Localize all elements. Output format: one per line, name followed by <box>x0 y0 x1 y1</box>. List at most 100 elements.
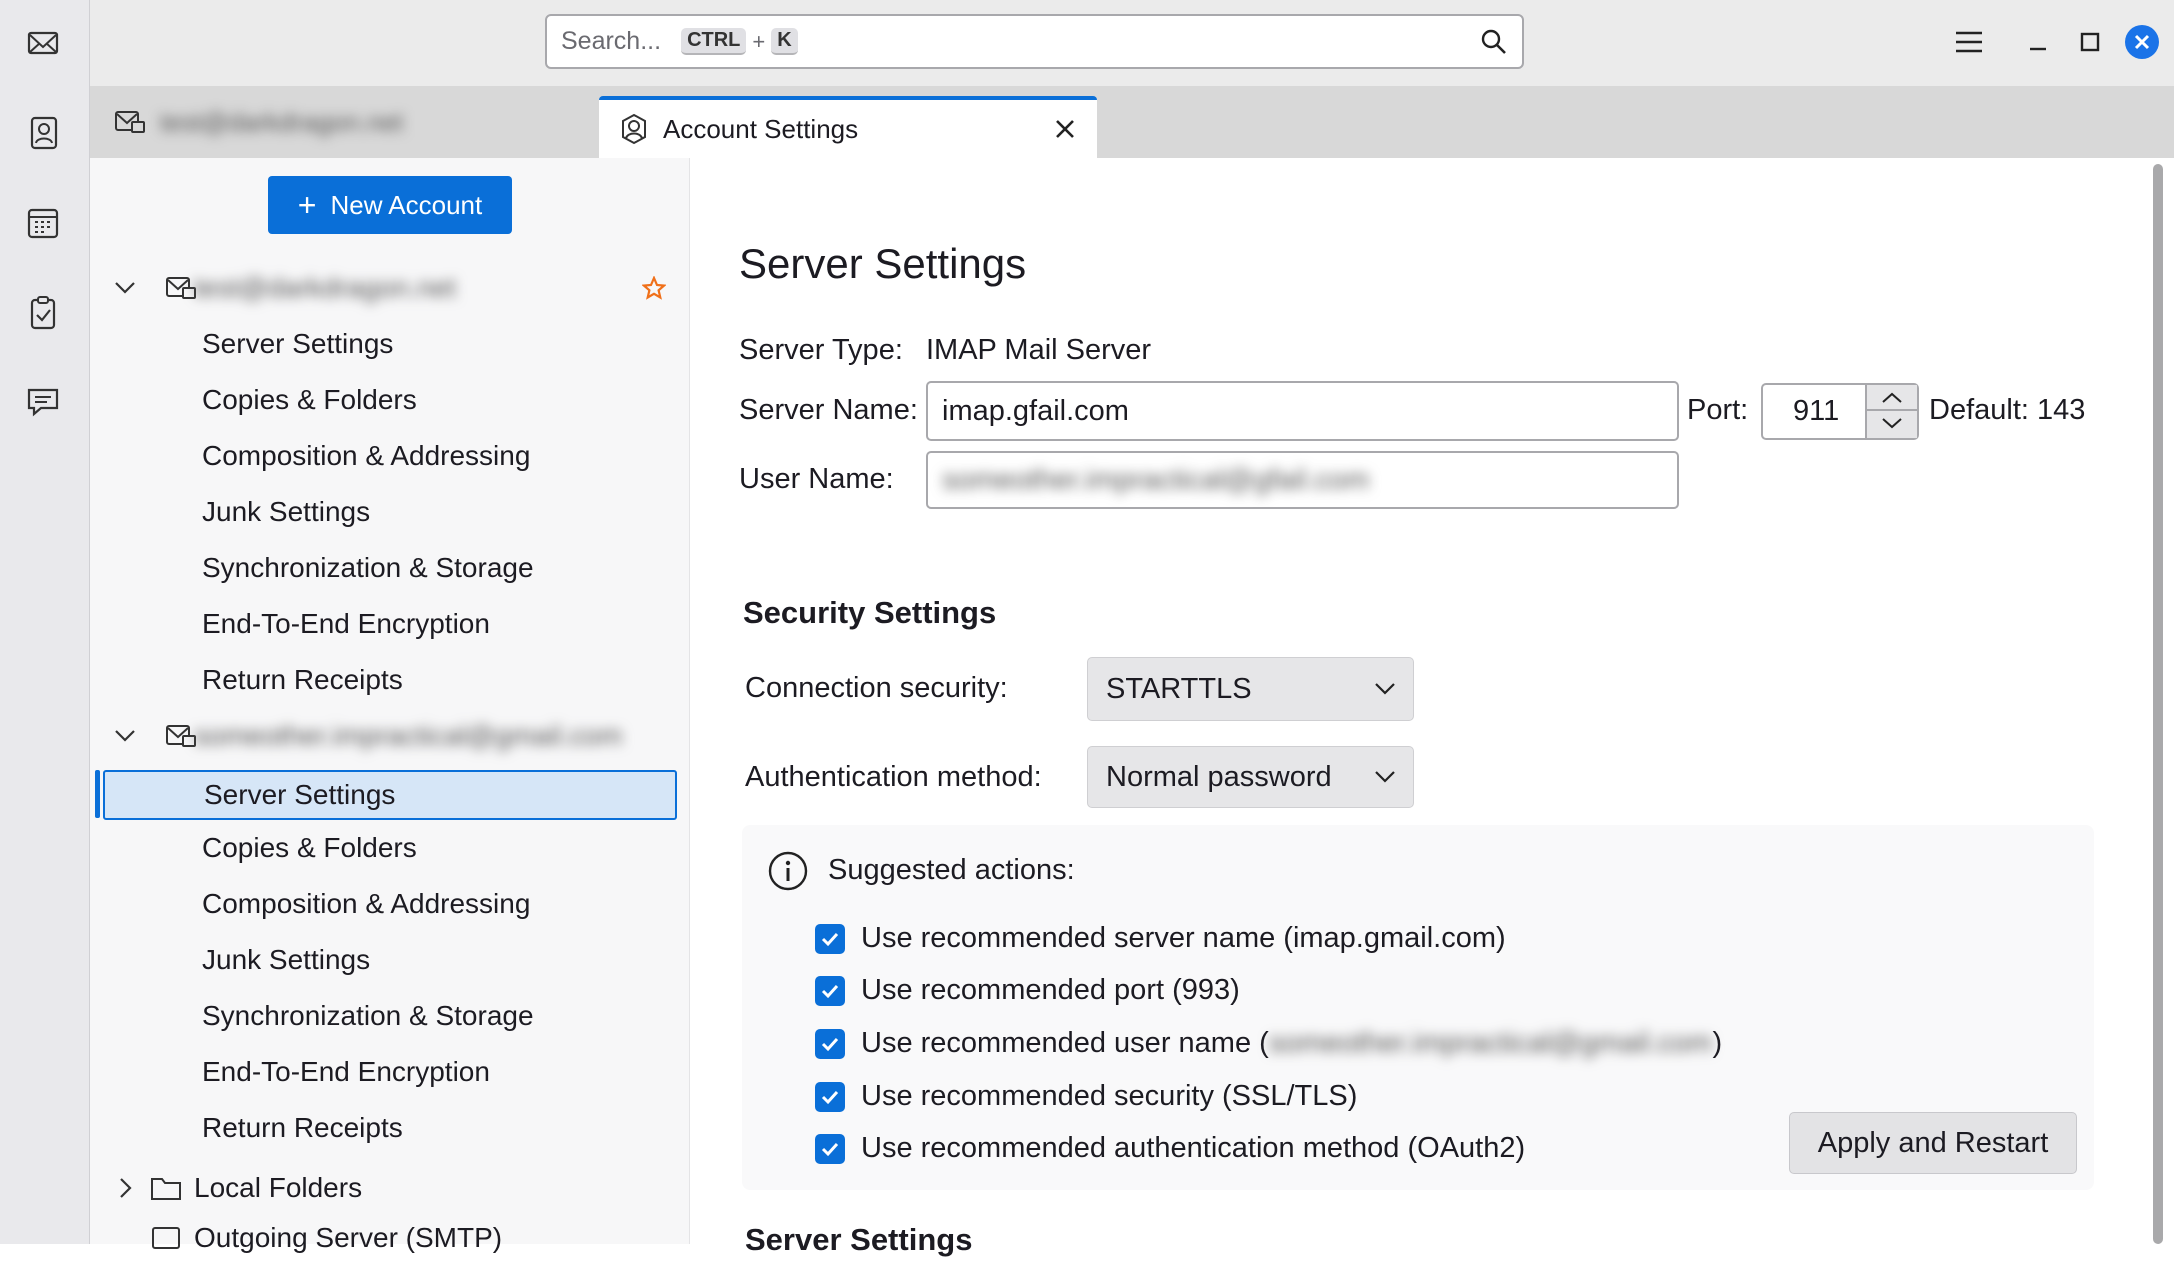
scrollbar[interactable] <box>2153 164 2163 1244</box>
suggestion-checkbox[interactable] <box>815 924 845 954</box>
spaces-toolbar <box>0 0 90 1244</box>
suggestion-label: Use recommended security (SSL/TLS) <box>861 1080 1357 1113</box>
tree-item-label: Copies & Folders <box>202 832 417 863</box>
shortcut-plus: + <box>752 28 766 54</box>
tab-bar: test@darkdragon.net Account Settings <box>90 86 2174 158</box>
tree-item[interactable]: Server Settings <box>103 770 677 820</box>
page-title: Server Settings <box>739 240 1027 287</box>
address-book-icon[interactable] <box>25 115 61 151</box>
account-row[interactable]: someother.impractical@gmail.com <box>90 708 690 764</box>
tree-item[interactable]: End-To-End Encryption <box>90 1044 690 1100</box>
connection-security-select[interactable]: STARTTLS <box>1087 657 1414 721</box>
chevron-up-icon[interactable] <box>1867 385 1917 411</box>
mail-lock-icon <box>166 725 196 747</box>
menu-icon[interactable] <box>1953 28 1985 56</box>
security-heading: Security Settings <box>743 595 997 630</box>
suggestion-text: Use recommended authentication method (O… <box>861 1132 1526 1164</box>
suggestion-text: Use recommended user name ( <box>861 1027 1269 1059</box>
shortcut-key: CTRL <box>681 28 747 55</box>
user-name-input[interactable]: someother.impractical@gfail.com <box>926 451 1679 509</box>
connection-security-label: Connection security: <box>745 672 1008 704</box>
account-name: test@darkdragon.net <box>194 272 456 303</box>
close-tab-icon[interactable] <box>1053 117 1077 141</box>
maximize-icon[interactable] <box>2079 31 2101 53</box>
chat-icon[interactable] <box>25 384 61 420</box>
checkmark-icon <box>821 1037 839 1052</box>
outgoing-server-icon <box>152 1227 180 1249</box>
suggestion-text: Use recommended server name (imap.gmail.… <box>861 922 1506 954</box>
star-icon <box>642 276 666 300</box>
minimize-icon[interactable] <box>2027 32 2049 54</box>
apply-and-restart-button[interactable]: Apply and Restart <box>1789 1112 2077 1174</box>
auth-method-label: Authentication method: <box>745 761 1042 793</box>
tree-item-label: Junk Settings <box>202 944 371 975</box>
suggestion-text-end: ) <box>1712 1027 1723 1059</box>
account-name: someother.impractical@gmail.com <box>194 720 623 751</box>
shortcut-key: K <box>771 28 798 55</box>
tree-item[interactable]: Junk Settings <box>90 932 690 988</box>
server-name-input[interactable]: imap.gfail.com <box>926 381 1679 441</box>
outgoing-server-label: Outgoing Server (SMTP) <box>194 1222 503 1253</box>
tree-item[interactable]: Return Receipts <box>90 652 690 708</box>
server-settings-heading: Server Settings <box>745 1222 973 1257</box>
suggestion-label: Use recommended server name (imap.gmail.… <box>861 922 1506 955</box>
checkmark-icon <box>821 1142 839 1157</box>
port-label: Port: <box>1687 394 1749 426</box>
tree-item[interactable]: Copies & Folders <box>90 372 690 428</box>
calendar-icon[interactable] <box>25 205 61 241</box>
tree-item-label: Junk Settings <box>202 496 371 527</box>
chevron-down-icon[interactable] <box>1867 411 1917 436</box>
close-window-icon[interactable] <box>2125 25 2159 59</box>
tab-label: test@darkdragon.net <box>160 106 404 137</box>
tab-label: Account Settings <box>663 113 859 144</box>
suggestion-checkbox[interactable] <box>815 1082 845 1112</box>
tree-item-label: Server Settings <box>204 779 396 810</box>
chevron-right-icon[interactable] <box>113 1176 137 1200</box>
tree-item[interactable]: Junk Settings <box>90 484 690 540</box>
tree-item[interactable]: Composition & Addressing <box>90 876 690 932</box>
local-folders-row[interactable]: Local Folders <box>90 1160 690 1216</box>
plus-icon: + <box>297 186 317 223</box>
chevron-down-icon <box>1375 771 1395 783</box>
folder-icon <box>151 1178 181 1200</box>
tree-item[interactable]: End-To-End Encryption <box>90 596 690 652</box>
port-value: 911 <box>1793 395 1840 427</box>
search-input[interactable]: Search... CTRL + K <box>545 14 1524 69</box>
account-row[interactable]: test@darkdragon.net <box>90 260 690 316</box>
tree-item[interactable]: Server Settings <box>90 316 690 372</box>
tasks-icon[interactable] <box>25 295 61 331</box>
suggestion-checkbox[interactable] <box>815 1029 845 1059</box>
tree-item[interactable]: Synchronization & Storage <box>90 540 690 596</box>
tree-item-label: End-To-End Encryption <box>202 608 490 639</box>
port-stepper[interactable]: 911 <box>1761 383 1919 440</box>
chevron-down-icon[interactable] <box>113 724 137 748</box>
suggestion-checkbox[interactable] <box>815 1134 845 1164</box>
user-name-value: someother.impractical@gfail.com <box>942 463 1370 496</box>
search-icon[interactable] <box>1480 28 1508 56</box>
tree-item-label: Composition & Addressing <box>202 888 531 919</box>
auth-method-select[interactable]: Normal password <box>1087 746 1414 808</box>
tab-mail[interactable]: test@darkdragon.net <box>114 86 403 158</box>
outgoing-server-row[interactable]: Outgoing Server (SMTP) <box>90 1210 690 1266</box>
mail-lock-icon <box>115 111 145 133</box>
tree-item-label: Return Receipts <box>202 664 403 695</box>
tree-item[interactable]: Copies & Folders <box>90 820 690 876</box>
mail-icon[interactable] <box>25 25 61 61</box>
chevron-down-icon[interactable] <box>113 276 137 300</box>
tree-item-label: Server Settings <box>202 328 394 359</box>
info-icon <box>768 851 808 891</box>
tree-item[interactable]: Synchronization & Storage <box>90 988 690 1044</box>
tree-item-label: Copies & Folders <box>202 384 417 415</box>
suggestion-text: Use recommended security (SSL/TLS) <box>861 1080 1358 1112</box>
checkmark-icon <box>821 932 839 947</box>
tab-account-settings[interactable]: Account Settings <box>599 96 1097 158</box>
tree-item[interactable]: Return Receipts <box>90 1100 690 1156</box>
tree-item-label: Composition & Addressing <box>202 440 531 471</box>
new-account-button[interactable]: + New Account <box>268 176 512 234</box>
selection-indicator <box>95 770 100 818</box>
suggestion-label: Use recommended port (993) <box>861 974 1240 1007</box>
auth-method-value: Normal password <box>1106 760 1332 793</box>
server-type-label: Server Type: <box>739 334 903 366</box>
tree-item[interactable]: Composition & Addressing <box>90 428 690 484</box>
suggestion-checkbox[interactable] <box>815 976 845 1006</box>
